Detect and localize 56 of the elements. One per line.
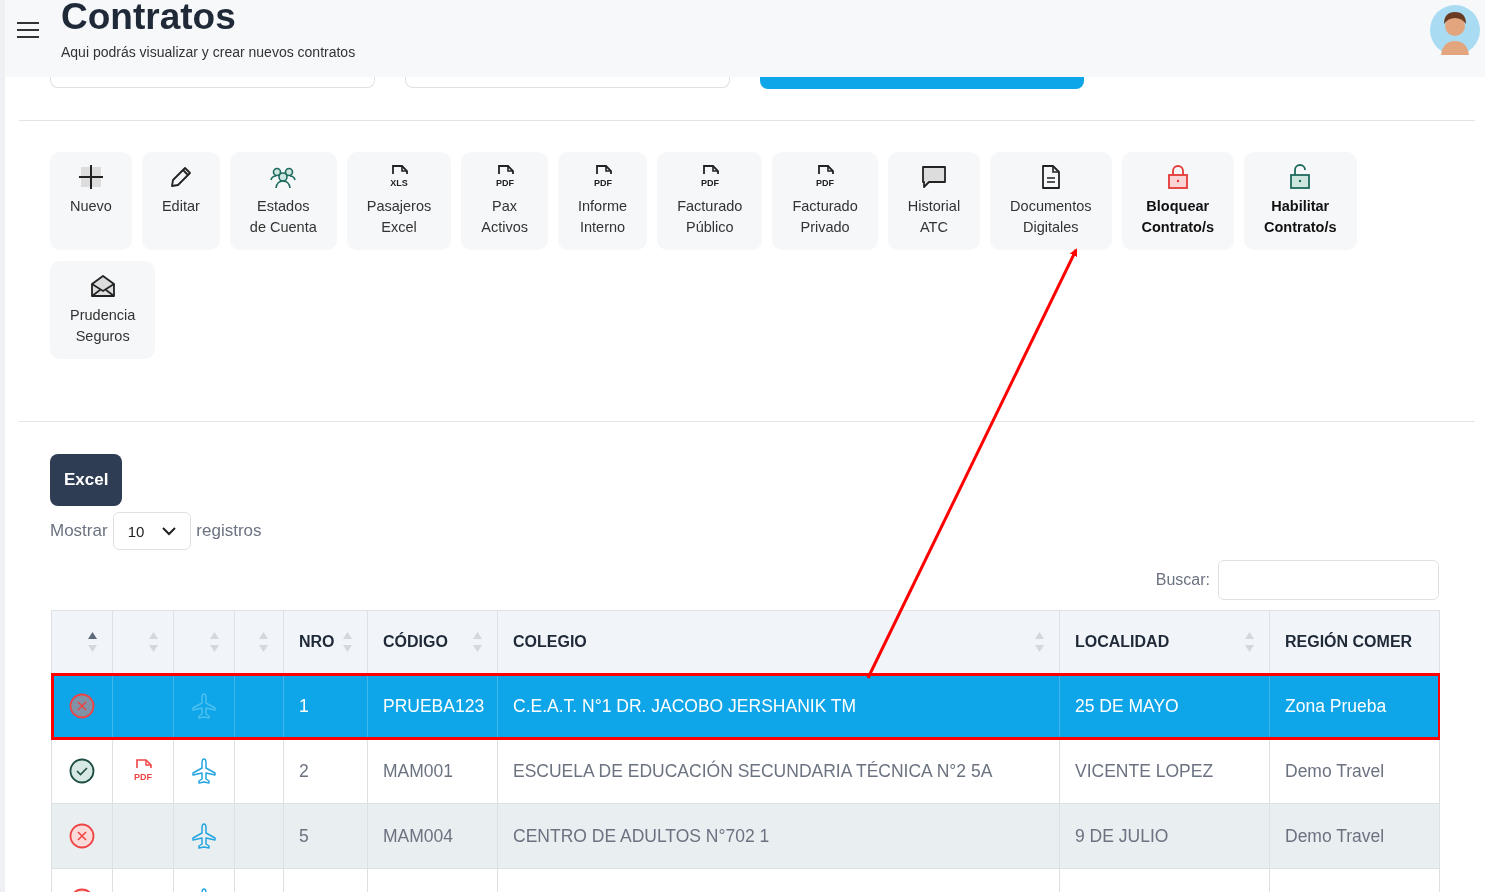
filter-field[interactable] xyxy=(405,77,730,88)
excel-button[interactable]: Excel xyxy=(50,454,123,506)
toolbar-button[interactable]: Estados de Cuenta xyxy=(229,152,337,250)
table-cell: Demo Travel xyxy=(1285,825,1385,846)
table-cell: ESCUELA DE EDUCACIÓN SECUNDARIA TÉCNICA N°2 5A xyxy=(513,760,993,781)
toolbar-button[interactable]: Editar xyxy=(141,152,220,250)
table-cell: 5 xyxy=(299,825,309,846)
table-cell: 2 xyxy=(299,760,309,781)
column-header[interactable]: CÓDIGO xyxy=(367,610,498,674)
filter-button[interactable] xyxy=(760,77,1084,89)
chat-icon xyxy=(919,164,948,190)
toolbar-button[interactable]: Nuevo xyxy=(50,152,132,250)
table-cell: MAM001 xyxy=(383,760,454,781)
airplane-icon[interactable] xyxy=(190,822,218,850)
toolbar-button[interactable]: PDF Pax Activos xyxy=(461,152,548,250)
table-cell: 9 DE JULIO xyxy=(1075,825,1169,846)
table-cell: PRUEBA123 xyxy=(383,695,485,716)
table-cell: MAM004 xyxy=(383,825,454,846)
table-cell: Demo Travel xyxy=(1285,760,1385,781)
table-cell: C.E.A.T. N°1 DR. JACOBO JERSHANIK TM xyxy=(513,695,857,716)
page-size-select[interactable]: 10 xyxy=(112,512,192,550)
search-field[interactable] xyxy=(1218,560,1439,600)
table-cell: VICENTE LOPEZ xyxy=(1075,760,1214,781)
table-row[interactable]: 5 MAM004 CENTRO DE ADULTOS N°702 1 9 DE JULIO Demo Travel xyxy=(51,803,1440,869)
airplane-icon[interactable] xyxy=(190,692,218,720)
toolbar-button[interactable]: XLS Pasajeros Excel xyxy=(346,152,452,250)
toolbar-button[interactable]: PDF Informe Interno xyxy=(557,152,648,250)
records-label: registros xyxy=(196,521,262,541)
column-header[interactable]: LOCALIDAD xyxy=(1059,610,1270,674)
table-cell: 1 xyxy=(299,695,309,716)
toolbar-button[interactable]: PDF Facturado Público xyxy=(657,152,763,250)
plus-icon xyxy=(77,164,104,190)
filter-field[interactable] xyxy=(50,77,375,88)
airplane-icon[interactable] xyxy=(190,757,218,785)
menu-icon[interactable] xyxy=(17,21,39,39)
table-cell: 25 DE MAYO xyxy=(1075,695,1179,716)
column-header[interactable] xyxy=(51,610,113,674)
toolbar-button[interactable]: Historial ATC xyxy=(887,152,981,250)
search-label: Buscar: xyxy=(1155,571,1210,589)
table-cell: CENTRO DE ADULTOS N°702 1 xyxy=(513,825,770,846)
show-label: Mostrar xyxy=(50,521,108,541)
table-row[interactable]: PDF 2 MAM001 ESCUELA DE EDUCACIÓN SECUNDARIA TÉCNICA N°2 5A VICENTE LOPEZ Demo Travel xyxy=(51,738,1440,804)
toolbar-button[interactable]: Prudencia Seguros xyxy=(50,261,156,359)
chevron-icon xyxy=(162,526,177,536)
page-subtitle: Aqui podrás visualizar y crear nuevos contratos xyxy=(61,44,356,60)
toolbar-button[interactable]: Documentos Digitales xyxy=(990,152,1112,250)
column-header[interactable]: NRO xyxy=(283,610,368,674)
envelope-icon xyxy=(88,273,117,299)
column-header[interactable]: REGIÓN COMER xyxy=(1269,610,1440,674)
toolbar-button[interactable]: Bloquear Contrato/s xyxy=(1121,152,1234,250)
avatar-icon[interactable] xyxy=(1430,5,1480,55)
toolbar-button[interactable]: PDF Facturado Privado xyxy=(772,152,878,250)
column-header[interactable]: COLEGIO xyxy=(497,610,1060,674)
toolbar-button[interactable]: Habilitar Contrato/s xyxy=(1244,152,1357,250)
table-cell: Zona Prueba xyxy=(1285,695,1387,716)
page-title: Contratos xyxy=(61,0,237,36)
